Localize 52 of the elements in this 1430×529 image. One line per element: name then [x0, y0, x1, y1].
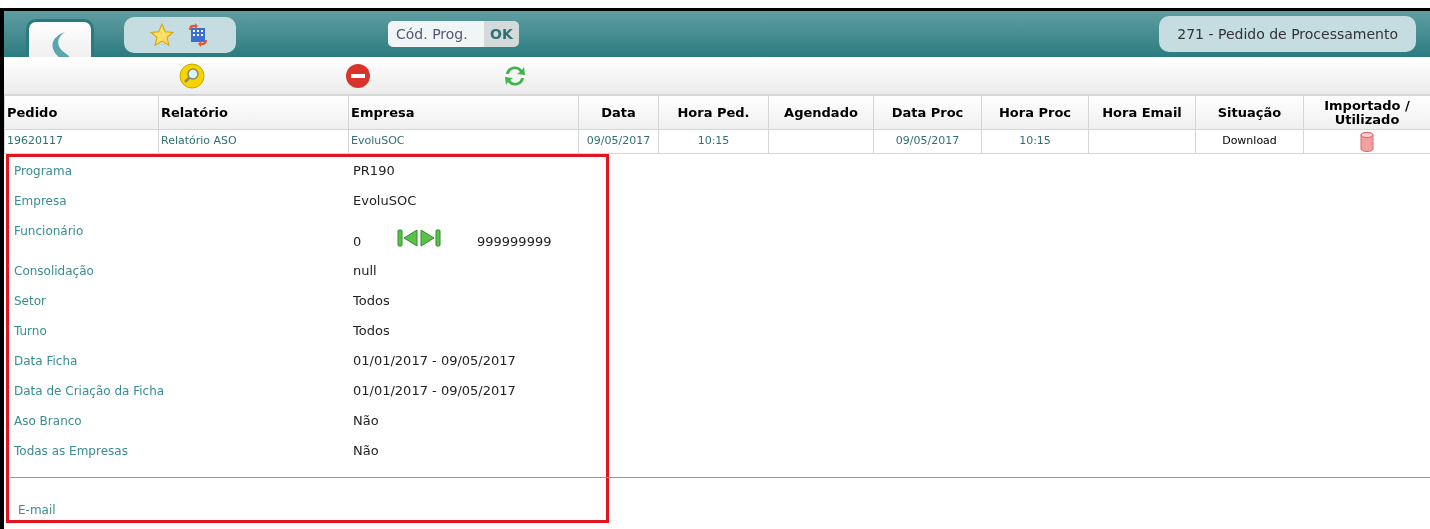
table-cell: 09/05/2017 [586, 134, 651, 148]
field-label: Funcionário [13, 223, 85, 240]
field-value: 01/01/2017 - 09/05/2017 [353, 383, 516, 400]
field-label: Todas as Empresas [13, 443, 129, 460]
favorites-button[interactable] [124, 17, 236, 53]
field-label: Empresa [13, 193, 68, 210]
field-value: 0 [353, 233, 363, 252]
column-header: Pedido [7, 104, 58, 120]
ok-button[interactable]: OK [484, 21, 519, 47]
column-header: Hora Email [1102, 104, 1182, 120]
field-value: PR190 [353, 163, 395, 180]
column-header: Importado / Utilizado [1324, 97, 1410, 127]
field-value: EvoluSOC [353, 193, 417, 210]
table-cell: 10:15 [697, 134, 730, 148]
first-icon[interactable] [397, 229, 419, 247]
field-label: E-mail [18, 503, 56, 517]
search-icon[interactable] [179, 63, 205, 89]
field-value: Todos [353, 323, 390, 340]
program-code-field[interactable]: Cód. Prog. [388, 21, 484, 47]
star-icon [149, 22, 175, 48]
field-label: Programa [13, 163, 73, 180]
field-value: 999999999 [477, 233, 552, 252]
table-cell: EvoluSOC [351, 134, 405, 148]
table-cell: 10:15 [1019, 134, 1051, 148]
column-header: Situação [1217, 104, 1282, 120]
table-cell: 09/05/2017 [895, 134, 960, 148]
field-label: Data Ficha [13, 353, 79, 370]
column-header: Data Proc [891, 104, 964, 120]
field-label: Setor [13, 293, 47, 310]
table-cell: 19620117 [7, 134, 63, 148]
column-header: Empresa [351, 104, 415, 120]
field-value: Não [353, 443, 379, 460]
refresh-icon[interactable] [502, 63, 528, 89]
field-value: Não [353, 413, 379, 430]
table-cell: Download [1222, 134, 1277, 148]
delete-icon[interactable] [345, 63, 371, 89]
last-icon[interactable] [419, 229, 441, 247]
table-cell: Relatório ASO [161, 134, 237, 148]
column-header: Relatório [161, 104, 228, 120]
column-header: Agendado [784, 104, 858, 120]
column-header: Hora Proc [998, 104, 1072, 120]
field-value: null [353, 263, 377, 280]
column-header: Data [601, 104, 636, 120]
field-label: Data de Criação da Ficha [13, 383, 166, 400]
field-label: Turno [13, 323, 48, 340]
field-value: 01/01/2017 - 09/05/2017 [353, 353, 516, 370]
database-icon[interactable] [1360, 131, 1374, 152]
field-value: Todos [353, 293, 390, 310]
page-title: 271 - Pedido de Processamento [1159, 16, 1416, 52]
column-header: Hora Ped. [677, 104, 750, 120]
field-label: Consolidação [13, 263, 95, 280]
field-label: Aso Branco [13, 413, 83, 430]
